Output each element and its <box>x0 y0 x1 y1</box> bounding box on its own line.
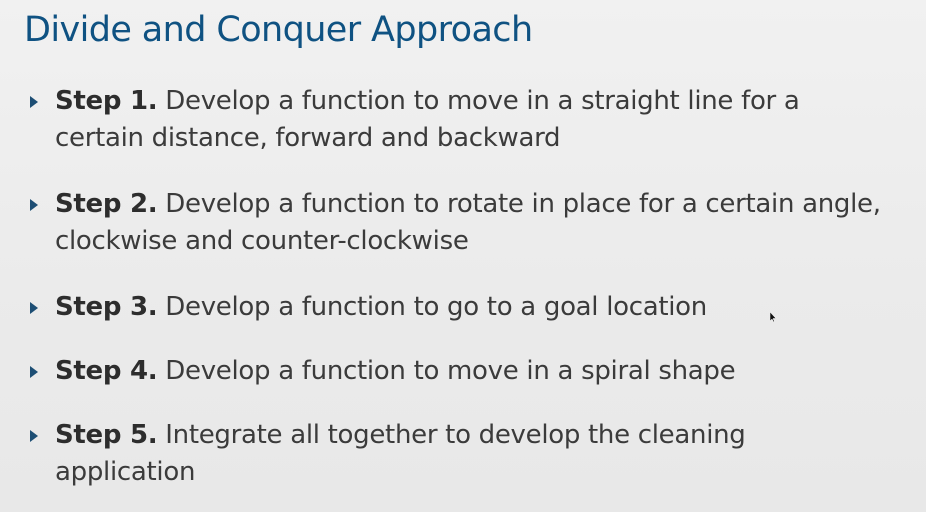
step-description: Integrate all together to develop the cl… <box>157 420 746 450</box>
step-description: Develop a function to move in a spiral s… <box>157 356 736 386</box>
step-label: Step 3. <box>55 292 158 322</box>
step-description: Develop a function to go to a goal locat… <box>157 292 707 322</box>
slide: Divide and Conquer Approach Step 1. Deve… <box>0 0 926 512</box>
triangle-bullet-icon <box>30 366 38 378</box>
step-description: Develop a function to rotate in place fo… <box>157 189 881 219</box>
bullet-text-line-1: Step 1. Develop a function to move in a … <box>55 88 800 114</box>
triangle-bullet-icon <box>30 96 38 108</box>
step-label: Step 1. <box>55 86 158 116</box>
bullet-text-line-1: Step 3. Develop a function to go to a go… <box>55 294 707 320</box>
step-label: Step 4. <box>55 356 158 386</box>
step-label: Step 5. <box>55 420 158 450</box>
step-description: Develop a function to move in a straight… <box>157 86 800 116</box>
bullet-text-line-2: clockwise and counter-clockwise <box>55 226 469 256</box>
bullet-text-line-2: certain distance, forward and backward <box>55 123 561 153</box>
bullet-text-line-2: application <box>55 457 196 487</box>
step-label: Step 2. <box>55 189 158 219</box>
triangle-bullet-icon <box>30 430 38 442</box>
mouse-pointer-icon <box>770 312 776 322</box>
bullet-text-line-1: Step 5. Integrate all together to develo… <box>55 422 746 448</box>
bullet-text-line-1: Step 4. Develop a function to move in a … <box>55 356 736 386</box>
bullet-text-line-1: Step 2. Develop a function to rotate in … <box>55 191 881 217</box>
bullet-list: Step 1. Develop a function to move in a … <box>0 0 926 512</box>
triangle-bullet-icon <box>30 302 38 314</box>
triangle-bullet-icon <box>30 199 38 211</box>
